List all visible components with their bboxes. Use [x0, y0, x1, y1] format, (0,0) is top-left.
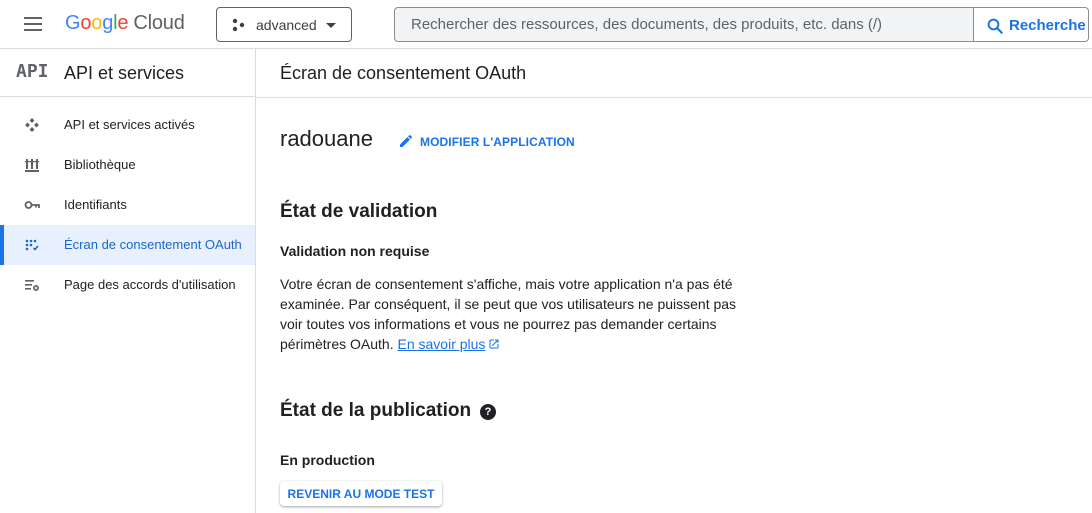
sidebar-item-oauth-consent[interactable]: Écran de consentement OAuth — [0, 225, 255, 265]
hamburger-menu-icon[interactable] — [22, 16, 44, 32]
sidebar-item-label: Bibliothèque — [64, 157, 136, 172]
api-services-icon — [25, 118, 39, 132]
description-line: Votre écran de consentement s'affiche, m… — [280, 276, 733, 292]
sidebar-item-label: API et services activés — [64, 117, 195, 132]
back-to-test-mode-button[interactable]: REVENIR AU MODE TEST — [280, 481, 442, 506]
api-logo-icon: API — [16, 61, 49, 82]
search-box — [394, 7, 974, 42]
search-button[interactable]: Recherche — [973, 7, 1089, 42]
external-link-icon[interactable] — [488, 338, 500, 350]
validation-description: Votre écran de consentement s'affiche, m… — [280, 274, 780, 354]
sidebar-item-agreements[interactable]: Page des accords d'utilisation — [0, 265, 255, 305]
learn-more-link[interactable]: En savoir plus — [398, 336, 486, 352]
sidebar-item-credentials[interactable]: Identifiants — [0, 185, 255, 225]
search-button-label: Recherche — [1009, 17, 1086, 34]
sidebar-item-label: Identifiants — [64, 197, 127, 212]
back-to-test-mode-label: REVENIR AU MODE TEST — [287, 487, 435, 501]
chevron-down-icon — [326, 23, 336, 28]
app-name: radouane — [280, 126, 373, 151]
page-title: Écran de consentement OAuth — [280, 63, 527, 83]
top-bar: Google Cloud advanced Recherche — [0, 0, 1092, 49]
project-dots-icon — [232, 18, 245, 32]
edit-application-label: MODIFIER L'APPLICATION — [420, 135, 575, 149]
description-line: périmètres OAuth. — [280, 336, 394, 352]
search-icon — [987, 18, 1003, 34]
sidebar-title: API et services — [64, 63, 185, 83]
description-line-last: périmètres OAuth. En savoir plus — [280, 334, 780, 354]
main-header: Écran de consentement OAuth — [256, 49, 1092, 98]
sidebar-item-label: Page des accords d'utilisation — [64, 277, 236, 292]
key-icon — [24, 201, 40, 209]
library-icon — [25, 159, 39, 172]
validation-heading: État de validation — [280, 201, 438, 222]
sidebar-item-label: Écran de consentement OAuth — [64, 237, 242, 252]
sidebar: API API et services API et services acti… — [0, 49, 256, 513]
sidebar-item-enabled-apis[interactable]: API et services activés — [0, 105, 255, 145]
oauth-consent-icon — [25, 239, 39, 251]
search-input[interactable] — [395, 8, 974, 41]
description-line: voir toutes vos informations et vous ne … — [280, 316, 717, 332]
validation-status: Validation non requise — [280, 243, 430, 259]
sidebar-item-library[interactable]: Bibliothèque — [0, 145, 255, 185]
project-selector[interactable]: advanced — [216, 7, 352, 42]
publication-heading: État de la publication — [280, 400, 472, 421]
description-line: examinée. Par conséquent, il se peut que… — [280, 296, 737, 312]
agreements-icon — [25, 280, 40, 292]
help-icon[interactable]: ? — [480, 404, 496, 420]
sidebar-header: API API et services — [0, 49, 255, 97]
publication-status: En production — [280, 452, 375, 468]
google-cloud-logo[interactable]: Google Cloud — [65, 12, 185, 35]
project-name: advanced — [256, 17, 317, 33]
pencil-icon — [400, 134, 413, 147]
